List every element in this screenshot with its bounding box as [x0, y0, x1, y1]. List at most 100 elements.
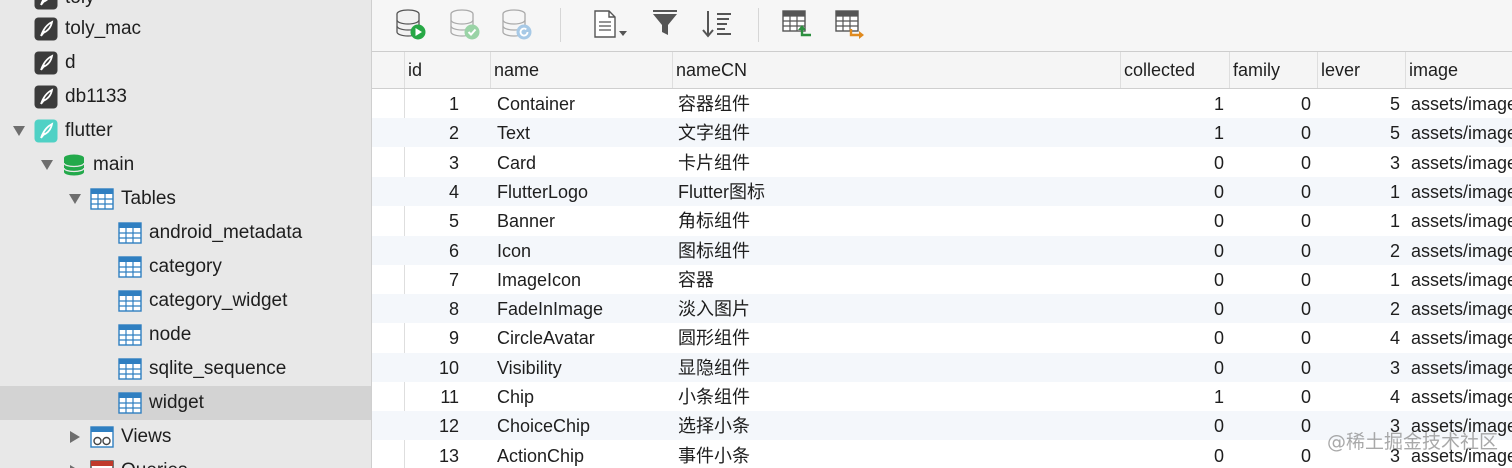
cell-id[interactable]: 13: [379, 441, 459, 468]
sidebar-item-views[interactable]: Views: [0, 420, 371, 454]
cell-collected[interactable]: 0: [1144, 323, 1224, 352]
cell-family[interactable]: 0: [1231, 382, 1311, 411]
cell-id[interactable]: 9: [379, 323, 459, 352]
cell-name[interactable]: FlutterLogo: [497, 177, 673, 206]
cell-image[interactable]: assets/images/: [1411, 148, 1512, 177]
disclosure-collapsed-icon[interactable]: [69, 431, 81, 443]
cell-image[interactable]: assets/images/: [1411, 382, 1512, 411]
sort-icon[interactable]: [700, 6, 734, 42]
cell-collected[interactable]: 0: [1144, 236, 1224, 265]
cell-id[interactable]: 3: [379, 148, 459, 177]
cell-lever[interactable]: 3: [1320, 148, 1400, 177]
cell-lever[interactable]: 3: [1320, 353, 1400, 382]
table-row[interactable]: 3Card卡片组件003assets/images/: [372, 148, 1512, 177]
cell-family[interactable]: 0: [1231, 353, 1311, 382]
sidebar-item-queries[interactable]: Queries: [0, 454, 371, 468]
table-row[interactable]: 4FlutterLogoFlutter图标001assets/images/: [372, 176, 1512, 206]
cell-image[interactable]: assets/images/: [1411, 353, 1512, 382]
cell-id[interactable]: 10: [379, 353, 459, 382]
sidebar-item-node[interactable]: node: [0, 318, 371, 352]
db-commit-icon[interactable]: [448, 6, 482, 42]
cell-lever[interactable]: 1: [1320, 206, 1400, 235]
cell-image[interactable]: assets/images/: [1411, 323, 1512, 352]
cell-name[interactable]: Text: [497, 118, 673, 147]
table-row[interactable]: 8FadeInImage淡入图片002assets/images/: [372, 294, 1512, 324]
column-header-family[interactable]: family: [1229, 52, 1317, 88]
table-row[interactable]: 6Icon图标组件002assets/images/: [372, 235, 1512, 265]
cell-image[interactable]: assets/images/: [1411, 265, 1512, 294]
cell-name[interactable]: CircleAvatar: [497, 323, 673, 352]
table-row[interactable]: 5Banner角标组件001assets/images/: [372, 206, 1512, 235]
cell-id[interactable]: 5: [379, 206, 459, 235]
cell-namecn[interactable]: 角标组件: [678, 206, 1120, 235]
cell-collected[interactable]: 0: [1144, 294, 1224, 323]
sidebar-item-sqlite-sequence[interactable]: sqlite_sequence: [0, 352, 371, 386]
disclosure-expanded-icon[interactable]: [69, 193, 81, 205]
cell-namecn[interactable]: 小条组件: [678, 382, 1120, 411]
table-row[interactable]: 10Visibility显隐组件003assets/images/: [372, 352, 1512, 382]
cell-id[interactable]: 4: [379, 177, 459, 206]
cell-lever[interactable]: 5: [1320, 89, 1400, 118]
cell-namecn[interactable]: 圆形组件: [678, 323, 1120, 352]
sidebar-item-category-widget[interactable]: category_widget: [0, 284, 371, 318]
sidebar-item-main[interactable]: main: [0, 148, 371, 182]
table-row[interactable]: 9CircleAvatar圆形组件004assets/images/: [372, 323, 1512, 352]
sidebar-item-d[interactable]: d: [0, 46, 371, 80]
cell-namecn[interactable]: 淡入图片: [678, 294, 1120, 323]
cell-collected[interactable]: 0: [1144, 265, 1224, 294]
table-row[interactable]: 7ImageIcon容器001assets/images/: [372, 265, 1512, 294]
cell-namecn[interactable]: Flutter图标: [678, 177, 1120, 206]
cell-id[interactable]: 6: [379, 236, 459, 265]
cell-namecn[interactable]: 容器: [678, 265, 1120, 294]
document-menu-icon[interactable]: [588, 6, 634, 42]
cell-image[interactable]: assets/images/: [1411, 118, 1512, 147]
disclosure-expanded-icon[interactable]: [13, 125, 25, 137]
cell-family[interactable]: 0: [1231, 148, 1311, 177]
cell-name[interactable]: ChoiceChip: [497, 411, 673, 440]
cell-family[interactable]: 0: [1231, 411, 1311, 440]
cell-lever[interactable]: 4: [1320, 382, 1400, 411]
cell-name[interactable]: Banner: [497, 206, 673, 235]
cell-name[interactable]: Icon: [497, 236, 673, 265]
cell-id[interactable]: 12: [379, 411, 459, 440]
cell-family[interactable]: 0: [1231, 323, 1311, 352]
column-header-image[interactable]: image: [1405, 52, 1512, 88]
cell-family[interactable]: 0: [1231, 265, 1311, 294]
column-header-id[interactable]: id: [404, 52, 490, 88]
cell-name[interactable]: Card: [497, 148, 673, 177]
cell-collected[interactable]: 0: [1144, 441, 1224, 468]
cell-collected[interactable]: 0: [1144, 353, 1224, 382]
cell-name[interactable]: Container: [497, 89, 673, 118]
cell-image[interactable]: assets/images/: [1411, 206, 1512, 235]
sidebar-item-tables[interactable]: Tables: [0, 182, 371, 216]
cell-name[interactable]: ActionChip: [497, 441, 673, 468]
cell-collected[interactable]: 0: [1144, 177, 1224, 206]
column-header-namecn[interactable]: nameCN: [672, 52, 1120, 88]
cell-namecn[interactable]: 文字组件: [678, 118, 1120, 147]
cell-family[interactable]: 0: [1231, 236, 1311, 265]
disclosure-expanded-icon[interactable]: [41, 159, 53, 171]
cell-family[interactable]: 0: [1231, 206, 1311, 235]
sidebar-item-toly-mac[interactable]: toly_mac: [0, 12, 371, 46]
column-header-lever[interactable]: lever: [1317, 52, 1405, 88]
cell-collected[interactable]: 0: [1144, 148, 1224, 177]
import-table-icon[interactable]: [780, 6, 814, 42]
column-header-collected[interactable]: collected: [1120, 52, 1229, 88]
cell-name[interactable]: Chip: [497, 382, 673, 411]
sidebar-item-flutter[interactable]: flutter: [0, 114, 371, 148]
cell-name[interactable]: FadeInImage: [497, 294, 673, 323]
sidebar-item-android-metadata[interactable]: android_metadata: [0, 216, 371, 250]
cell-collected[interactable]: 1: [1144, 118, 1224, 147]
cell-namecn[interactable]: 选择小条: [678, 411, 1120, 440]
cell-family[interactable]: 0: [1231, 89, 1311, 118]
cell-collected[interactable]: 1: [1144, 89, 1224, 118]
cell-name[interactable]: Visibility: [497, 353, 673, 382]
cell-image[interactable]: assets/images/: [1411, 177, 1512, 206]
cell-namecn[interactable]: 卡片组件: [678, 148, 1120, 177]
cell-namecn[interactable]: 显隐组件: [678, 353, 1120, 382]
column-header-name[interactable]: name: [490, 52, 672, 88]
cell-family[interactable]: 0: [1231, 294, 1311, 323]
sidebar-item-widget[interactable]: widget: [0, 386, 371, 420]
db-refresh-icon[interactable]: [500, 6, 534, 42]
db-run-icon[interactable]: [394, 6, 428, 42]
